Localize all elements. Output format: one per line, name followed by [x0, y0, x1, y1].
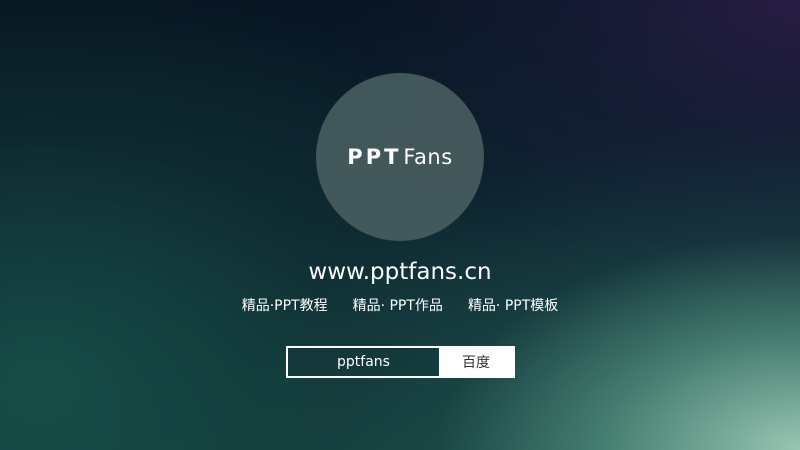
search-box: 百度 — [286, 346, 515, 378]
tagline-row: 精品·PPT教程 精品· PPT作品 精品· PPT模板 — [0, 295, 800, 317]
tagline-tutorials: 精品·PPT教程 — [241, 298, 328, 314]
logo-circle: PPTFans — [316, 73, 484, 241]
logo-ppt-text: PPT — [347, 145, 402, 169]
tagline-works: 精品· PPT作品 — [352, 298, 443, 314]
logo-fans-text: Fans — [403, 145, 453, 169]
tagline-templates: 精品· PPT模板 — [467, 298, 559, 314]
search-input[interactable] — [288, 348, 439, 376]
logo: PPTFans — [347, 145, 452, 169]
baidu-search-button[interactable]: 百度 — [439, 348, 513, 376]
site-url: www.pptfans.cn — [308, 259, 492, 285]
